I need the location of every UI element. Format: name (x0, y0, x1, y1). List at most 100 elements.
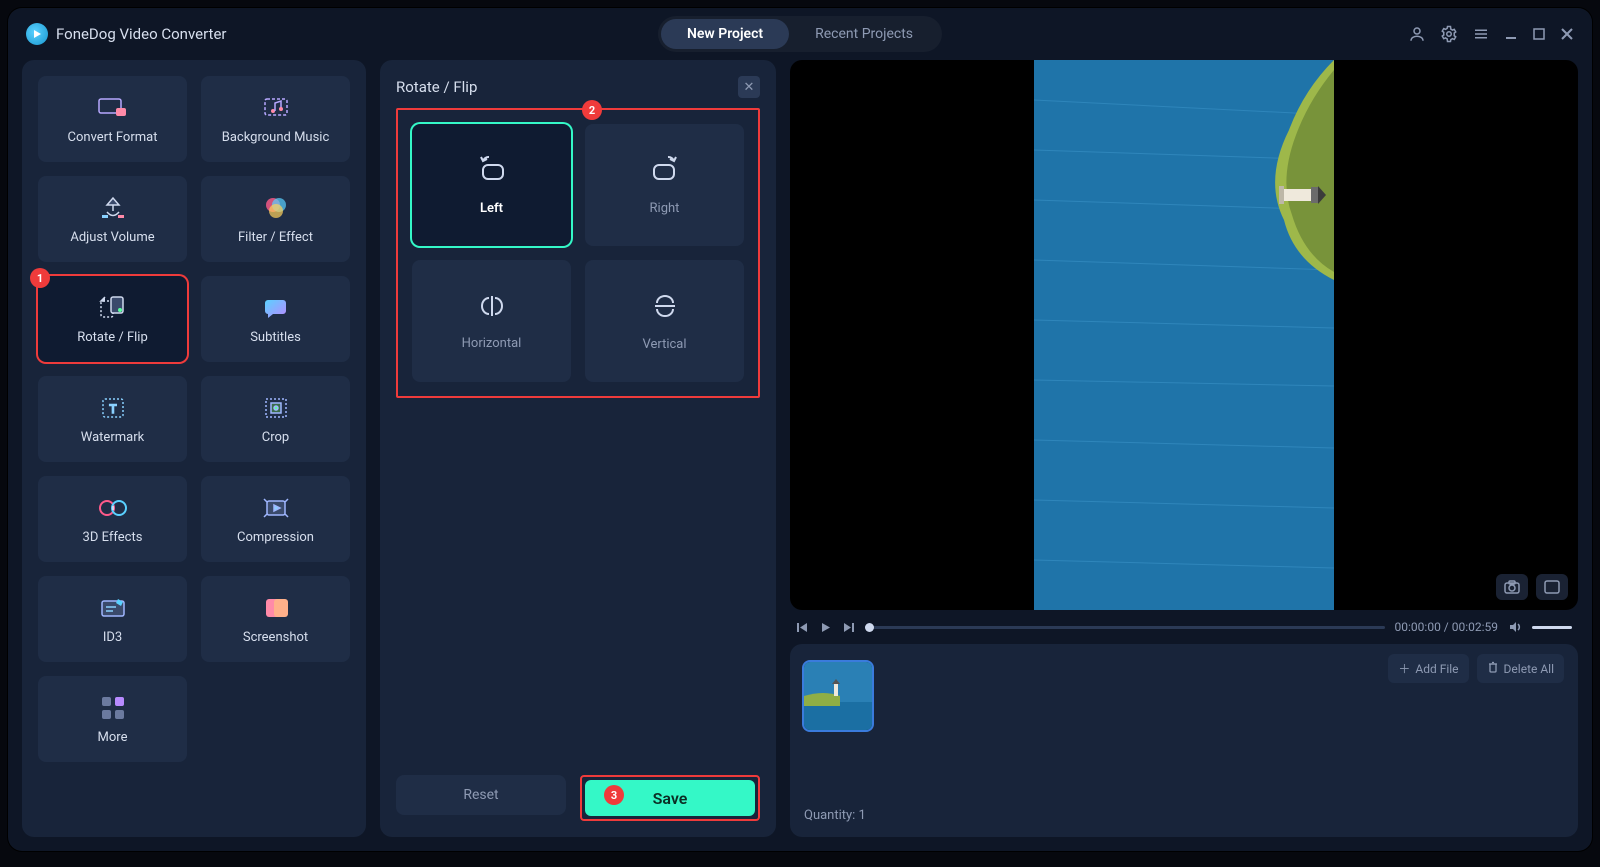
tool-label: Subtitles (250, 330, 301, 345)
flip-horizontal-option[interactable]: Horizontal (412, 260, 571, 382)
tab-new-project[interactable]: New Project (661, 19, 789, 49)
video-preview (790, 60, 1578, 610)
panel-header: Rotate / Flip ✕ (396, 76, 760, 98)
flip-horizontal-label: Horizontal (462, 336, 522, 351)
rotate-left-option[interactable]: Left (412, 124, 571, 246)
volume-icon[interactable] (1508, 620, 1522, 634)
add-file-button[interactable]: ＋ Add File (1388, 654, 1468, 683)
id3-icon (95, 594, 131, 622)
prev-icon[interactable] (796, 621, 809, 634)
volume-slider[interactable] (1532, 626, 1572, 629)
logo-icon (26, 23, 48, 45)
tab-recent-projects[interactable]: Recent Projects (789, 19, 939, 49)
tool-screenshot[interactable]: Screenshot (201, 576, 350, 662)
panel-close-button[interactable]: ✕ (738, 76, 760, 98)
next-icon[interactable] (842, 621, 855, 634)
maximize-icon[interactable] (1532, 27, 1546, 41)
add-file-label: Add File (1415, 662, 1458, 676)
snapshot-icon[interactable] (1496, 574, 1528, 600)
compression-icon (258, 494, 294, 522)
app-title: FoneDog Video Converter (56, 25, 226, 43)
panel-title: Rotate / Flip (396, 78, 477, 96)
flip-vertical-label: Vertical (642, 337, 686, 352)
3d-effects-icon (95, 494, 131, 522)
crop-icon (258, 394, 294, 422)
preview-frame (1034, 60, 1334, 610)
callout-2: 2 (582, 100, 602, 120)
tool-label: Compression (237, 530, 314, 545)
right-column: 00:00:00 / 00:02:59 ＋ Add File Delete Al… (790, 60, 1578, 837)
trash-icon (1487, 661, 1499, 676)
app-logo: FoneDog Video Converter (26, 23, 226, 45)
tool-label: Background Music (222, 130, 330, 145)
tool-crop[interactable]: Crop (201, 376, 350, 462)
close-icon[interactable] (1560, 27, 1574, 41)
progress-bar[interactable] (865, 626, 1385, 629)
rotate-right-label: Right (650, 201, 680, 216)
delete-all-button[interactable]: Delete All (1477, 654, 1564, 683)
app-window: FoneDog Video Converter New Project Rece… (8, 8, 1592, 851)
file-thumbnail[interactable] (804, 662, 872, 730)
play-icon[interactable] (819, 621, 832, 634)
rotate-flip-icon (95, 294, 131, 322)
titlebar: FoneDog Video Converter New Project Rece… (8, 8, 1592, 60)
tool-label: Rotate / Flip (77, 330, 148, 345)
flip-vertical-option[interactable]: Vertical (585, 260, 744, 382)
adjust-volume-icon (95, 194, 131, 222)
account-icon[interactable] (1408, 25, 1426, 43)
tool-label: Adjust Volume (70, 230, 154, 245)
watermark-icon: T (95, 394, 131, 422)
delete-all-label: Delete All (1504, 662, 1554, 676)
tool-label: Filter / Effect (238, 230, 313, 245)
rotate-flip-panel: Rotate / Flip ✕ 2 Left Right (380, 60, 776, 837)
background-music-icon (258, 94, 294, 122)
tool-rotate-flip[interactable]: 1 Rotate / Flip (38, 276, 187, 362)
content-area: Convert Format Background Music Adjust V… (8, 60, 1592, 851)
callout-1: 1 (30, 268, 50, 288)
player-controls: 00:00:00 / 00:02:59 (790, 620, 1578, 634)
tool-subtitles[interactable]: Subtitles (201, 276, 350, 362)
file-list-panel: ＋ Add File Delete All Quantity: 1 (790, 644, 1578, 837)
menu-icon[interactable] (1472, 25, 1490, 43)
preview-overlay-buttons (1496, 574, 1568, 600)
panel-actions: Reset 3 Save (396, 775, 760, 821)
rotate-left-label: Left (480, 201, 503, 216)
file-actions: ＋ Add File Delete All (1388, 654, 1564, 683)
tool-grid: Convert Format Background Music Adjust V… (38, 76, 350, 762)
minimize-icon[interactable] (1504, 27, 1518, 41)
save-button-callout: 3 Save (580, 775, 760, 821)
rotate-right-option[interactable]: Right (585, 124, 744, 246)
settings-icon[interactable] (1440, 25, 1458, 43)
filter-effect-icon (258, 194, 294, 222)
window-controls (1408, 25, 1574, 43)
header-tabs: New Project Recent Projects (658, 16, 942, 52)
tool-label: Convert Format (68, 130, 158, 145)
fullscreen-icon[interactable] (1536, 574, 1568, 600)
file-quantity: Quantity: 1 (804, 808, 1564, 823)
tool-label: More (98, 730, 128, 745)
tool-3d-effects[interactable]: 3D Effects (38, 476, 187, 562)
tool-convert-format[interactable]: Convert Format (38, 76, 187, 162)
time-display: 00:00:00 / 00:02:59 (1395, 620, 1498, 634)
tool-adjust-volume[interactable]: Adjust Volume (38, 176, 187, 262)
tool-label: Crop (262, 430, 289, 445)
tool-compression[interactable]: Compression (201, 476, 350, 562)
tool-more[interactable]: More (38, 676, 187, 762)
tool-filter-effect[interactable]: Filter / Effect (201, 176, 350, 262)
screenshot-icon (258, 594, 294, 622)
more-icon (95, 694, 131, 722)
convert-format-icon (95, 94, 131, 122)
tool-label: 3D Effects (83, 530, 143, 545)
rotate-options-callout: 2 Left Right Horizontal (396, 108, 760, 398)
tool-label: Screenshot (243, 630, 308, 645)
plus-icon: ＋ (1398, 660, 1410, 677)
reset-button[interactable]: Reset (396, 775, 566, 815)
tool-watermark[interactable]: T Watermark (38, 376, 187, 462)
rotate-options-grid: Left Right Horizontal Vertical (412, 124, 744, 382)
tool-id3[interactable]: ID3 (38, 576, 187, 662)
tool-label: ID3 (103, 630, 122, 645)
callout-3: 3 (604, 785, 624, 805)
tool-background-music[interactable]: Background Music (201, 76, 350, 162)
svg-text:T: T (109, 402, 116, 416)
subtitles-icon (258, 294, 294, 322)
